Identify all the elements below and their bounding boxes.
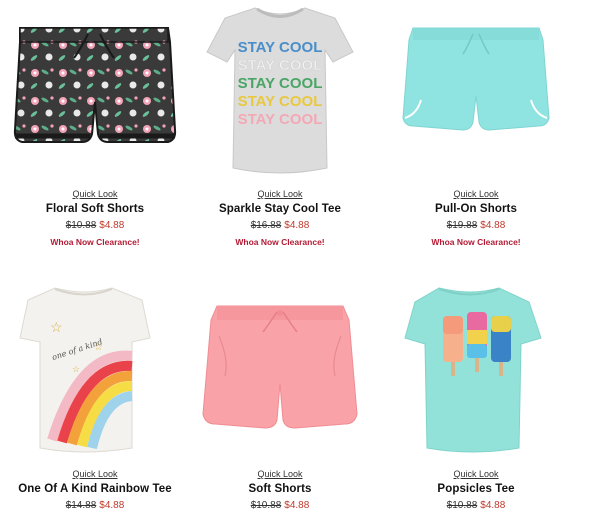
- sale-price: $4.88: [480, 500, 506, 511]
- original-price: $10.88: [65, 220, 97, 231]
- product-image[interactable]: [0, 10, 190, 180]
- promo-label: Whoa Now Clearance!: [431, 237, 521, 247]
- product-name[interactable]: Popsicles Tee: [381, 483, 571, 495]
- sale-price: $4.88: [99, 500, 125, 511]
- quick-look-link[interactable]: Quick Look: [185, 189, 375, 199]
- product-price: $14.88 $4.88: [0, 500, 190, 511]
- product-name[interactable]: One Of A Kind Rainbow Tee: [0, 483, 190, 495]
- original-price: $16.88: [250, 220, 282, 231]
- sale-price: $4.88: [284, 220, 310, 231]
- shirt-graphic-text: STAY COOL: [238, 75, 323, 92]
- promo-label: Whoa Now Clearance!: [50, 237, 140, 247]
- product-grid: Quick Look Floral Soft Shorts $10.88 $4.8…: [0, 0, 600, 516]
- product-name[interactable]: Floral Soft Shorts: [0, 203, 190, 215]
- promo-label: Whoa Now Clearance!: [235, 237, 325, 247]
- product-card: Quick Look Popsicles Tee $10.88 $4.88: [381, 270, 571, 516]
- shirt-graphic-text: STAY COOL: [238, 57, 323, 74]
- product-card: Quick Look Soft Shorts $10.88 $4.88: [185, 270, 375, 516]
- shirt-graphic-text: STAY COOL: [238, 93, 323, 110]
- star-icon: ☆: [50, 319, 63, 335]
- product-price: $10.88 $4.88: [381, 500, 571, 511]
- sale-price: $4.88: [480, 220, 506, 231]
- product-card: Quick Look Pull-On Shorts $19.88 $4.88 Wh…: [381, 0, 571, 250]
- quick-look-link[interactable]: Quick Look: [185, 469, 375, 479]
- quick-look-link[interactable]: Quick Look: [0, 189, 190, 199]
- original-price: $19.88: [446, 220, 478, 231]
- product-image[interactable]: [185, 280, 375, 450]
- shirt-graphic-text: STAY COOL: [238, 111, 323, 128]
- product-price: $10.88 $4.88: [185, 500, 375, 511]
- product-name[interactable]: Soft Shorts: [185, 483, 375, 495]
- original-price: $10.88: [250, 500, 282, 511]
- product-image[interactable]: [381, 10, 571, 180]
- product-card: one of a kind ☆ ☆ ☆ Quick Look One Of A …: [0, 270, 190, 516]
- product-card: STAY COOL STAY COOL STAY COOL STAY COOL …: [185, 0, 375, 250]
- sale-price: $4.88: [99, 220, 125, 231]
- product-price: $19.88 $4.88: [381, 220, 571, 231]
- product-card: Quick Look Floral Soft Shorts $10.88 $4.8…: [0, 0, 190, 250]
- product-name[interactable]: Pull-On Shorts: [381, 203, 571, 215]
- sale-price: $4.88: [284, 500, 310, 511]
- shirt-graphic-text: STAY COOL: [238, 39, 323, 56]
- star-icon: ☆: [72, 364, 80, 374]
- product-image[interactable]: [381, 280, 571, 453]
- product-image[interactable]: STAY COOL STAY COOL STAY COOL STAY COOL …: [185, 0, 375, 174]
- quick-look-link[interactable]: Quick Look: [381, 189, 571, 199]
- product-name[interactable]: Sparkle Stay Cool Tee: [185, 203, 375, 215]
- quick-look-link[interactable]: Quick Look: [381, 469, 571, 479]
- original-price: $14.88: [65, 500, 97, 511]
- original-price: $10.88: [446, 500, 478, 511]
- star-icon: ☆: [94, 342, 103, 353]
- product-price: $10.88 $4.88: [0, 220, 190, 231]
- product-image[interactable]: one of a kind ☆ ☆ ☆: [0, 280, 190, 453]
- product-price: $16.88 $4.88: [185, 220, 375, 231]
- quick-look-link[interactable]: Quick Look: [0, 469, 190, 479]
